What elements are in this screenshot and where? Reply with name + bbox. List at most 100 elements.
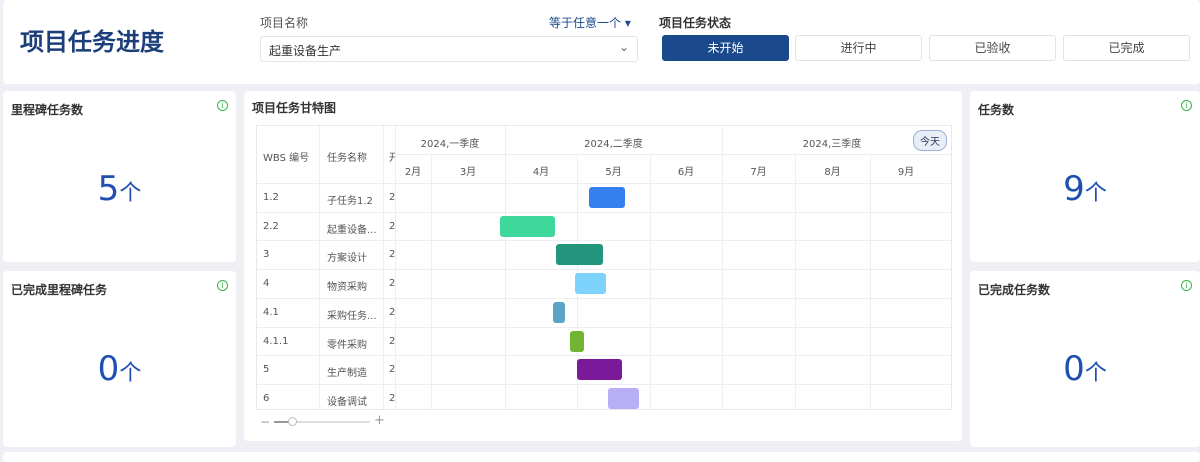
card-value: 9个 <box>1063 169 1107 209</box>
month-label: 7月 <box>750 167 767 178</box>
task-count-card: 任务数 i 9个 <box>970 91 1200 262</box>
wbs-cell: 4.1 <box>263 306 279 318</box>
gantt-bar[interactable] <box>589 187 625 208</box>
month-label: 3月 <box>459 167 477 178</box>
project-value: 起重设备生产 <box>269 44 342 58</box>
task-name-cell: 采购任务... <box>327 310 377 322</box>
task-name-cell: 物资采购 <box>327 282 367 294</box>
gantt-bar[interactable] <box>577 359 622 381</box>
divider <box>257 183 951 184</box>
project-label: 项目名称 <box>260 16 309 30</box>
info-icon[interactable]: i <box>1181 100 1192 111</box>
column-header: 任务名称 <box>327 153 367 164</box>
divider <box>650 154 651 409</box>
divider <box>505 154 506 409</box>
divider <box>395 154 951 155</box>
info-icon[interactable]: i <box>217 100 228 111</box>
start-cell: 2 <box>389 192 395 203</box>
project-select[interactable]: 起重设备生产 ⌄ <box>260 36 638 62</box>
info-icon[interactable]: i <box>1181 280 1192 291</box>
card-value: 5个 <box>97 169 142 209</box>
wbs-cell: 5 <box>263 364 270 376</box>
today-button[interactable]: 今天 <box>913 130 947 151</box>
gantt-bar[interactable] <box>556 244 603 266</box>
slider-handle[interactable] <box>288 417 297 426</box>
zoom-slider[interactable] <box>274 417 370 426</box>
divider <box>795 154 796 409</box>
quarter-label: 2024,二季度 <box>584 139 643 150</box>
status-accepted-button[interactable]: 已验收 <box>929 35 1056 61</box>
month-label: 2月 <box>404 167 422 178</box>
info-icon[interactable]: i <box>217 280 228 291</box>
card-title: 已完成任务数 <box>978 283 1051 297</box>
divider <box>257 240 951 242</box>
task-done-card: 已完成任务数 i 0个 <box>970 271 1200 447</box>
divider <box>257 269 951 271</box>
card-value: 0个 <box>1063 349 1107 389</box>
start-cell: 2 <box>389 220 395 232</box>
task-name-cell: 设备调试 <box>327 396 367 408</box>
wbs-cell: 6 <box>263 392 270 404</box>
gantt-bar[interactable] <box>553 301 565 323</box>
divider <box>257 326 951 328</box>
card-title: 里程碑任务数 <box>11 103 84 117</box>
divider <box>722 154 723 409</box>
divider <box>257 383 951 385</box>
month-label: 4月 <box>532 167 550 178</box>
start-cell: 2 <box>389 249 395 261</box>
zoom-in-icon[interactable]: + <box>374 413 385 428</box>
filter-mode-dropdown[interactable]: 等于任意一个 ▾ <box>549 14 631 31</box>
filter-mode-label: 等于任意一个 <box>549 16 622 30</box>
divider <box>383 126 384 409</box>
start-cell: 2 <box>389 278 395 290</box>
divider <box>431 154 432 409</box>
milestone-done-card: 已完成里程碑任务 i 0个 <box>3 271 236 447</box>
card-title: 已完成里程碑任务 <box>11 283 108 297</box>
gantt-bar[interactable] <box>575 273 606 295</box>
filter-bar: 项目任务进度 项目名称 等于任意一个 ▾ 起重设备生产 ⌄ 项目任务状态 未开始 … <box>3 0 1200 84</box>
task-name-cell: 子任务1.2 <box>327 196 373 207</box>
divider <box>257 355 951 357</box>
start-cell: 2 <box>389 392 395 404</box>
gantt-bar[interactable] <box>608 387 639 409</box>
status-in-progress-button[interactable]: 进行中 <box>795 35 922 61</box>
divider <box>257 297 951 299</box>
month-label: 5月 <box>605 167 622 178</box>
task-name-cell: 零件采购 <box>327 339 367 351</box>
gantt-bar[interactable] <box>500 215 555 237</box>
task-name-cell: 起重设备... <box>327 224 377 236</box>
divider <box>319 126 320 409</box>
status-label: 项目任务状态 <box>659 16 732 30</box>
card-title: 任务数 <box>978 103 1015 117</box>
wbs-cell: 4.1.1 <box>263 335 289 347</box>
card-value: 0个 <box>97 349 142 389</box>
divider <box>870 154 871 409</box>
column-header: WBS 编号 <box>263 153 310 164</box>
start-cell: 2 <box>389 306 395 318</box>
wbs-cell: 1.2 <box>263 192 279 203</box>
page-title: 项目任务进度 <box>20 28 164 56</box>
task-name-cell: 方案设计 <box>327 253 367 265</box>
wbs-cell: 3 <box>263 249 270 261</box>
start-cell: 2 <box>389 335 395 347</box>
divider <box>257 211 951 213</box>
gantt-card: 项目任务甘特图 WBS 编号任务名称开始时间2024,一季度2024,二季度20… <box>244 91 962 441</box>
caret-down-icon: ▾ <box>624 16 631 30</box>
zoom-out-icon[interactable]: − <box>260 415 270 429</box>
chevron-down-icon: ⌄ <box>618 40 629 54</box>
month-label: 8月 <box>824 167 841 178</box>
milestone-count-card: 里程碑任务数 i 5个 <box>3 91 236 262</box>
bottom-card <box>3 452 1200 462</box>
status-not-started-button[interactable]: 未开始 <box>662 35 789 61</box>
quarter-label: 2024,一季度 <box>420 139 480 150</box>
wbs-cell: 4 <box>263 278 270 290</box>
wbs-cell: 2.2 <box>263 220 279 232</box>
start-cell: 2 <box>389 364 395 376</box>
task-name-cell: 生产制造 <box>327 368 367 380</box>
quarter-label: 2024,三季度 <box>802 139 862 150</box>
status-completed-button[interactable]: 已完成 <box>1063 35 1190 61</box>
gantt-bar[interactable] <box>570 330 584 352</box>
month-label: 9月 <box>897 167 915 178</box>
month-label: 6月 <box>677 167 695 178</box>
gantt-title: 项目任务甘特图 <box>252 101 337 115</box>
